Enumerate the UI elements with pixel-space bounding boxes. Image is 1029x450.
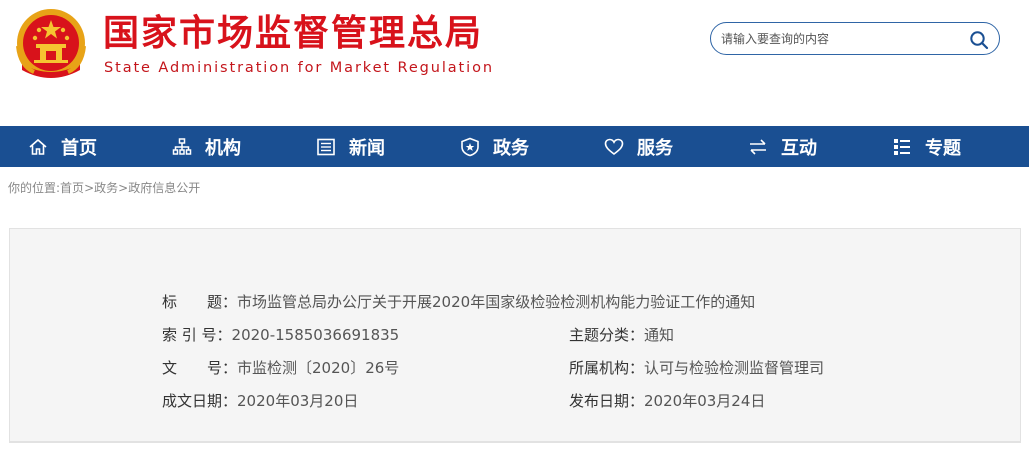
nav-label: 服务 — [637, 137, 673, 159]
info-doc-value: 市监检测〔2020〕26号 — [237, 359, 400, 377]
info-doc-row: 文 号：市监检测〔2020〕26号 — [162, 358, 399, 378]
site-title-en: State Administration for Market Regulati… — [104, 60, 494, 76]
home-icon — [29, 138, 47, 155]
nav-label: 互动 — [781, 137, 817, 159]
info-index-row: 索 引 号：2020-1585036691835 — [162, 325, 399, 345]
info-published-label: 发布日期： — [569, 392, 645, 410]
info-doc-label: 文 号： — [162, 359, 238, 377]
breadcrumb-separator: > — [118, 181, 129, 195]
info-org-row: 所属机构：认可与检验检测监督管理司 — [569, 358, 824, 378]
breadcrumb-public-info[interactable]: 政府信息公开 — [128, 181, 200, 195]
nav-item-organization[interactable]: 机构 — [172, 126, 241, 167]
info-org-label: 所属机构： — [569, 359, 645, 377]
site-header: 国家市场监督管理总局 State Administration for Mark… — [0, 0, 1029, 126]
info-published-value: 2020年03月24日 — [644, 392, 766, 410]
nav-label: 专题 — [925, 137, 961, 159]
info-title-value: 市场监管总局办公厅关于开展2020年国家级检验检测机构能力验证工作的通知 — [237, 293, 756, 311]
info-title-row: 标 题：市场监管总局办公厅关于开展2020年国家级检验检测机构能力验证工作的通知 — [162, 292, 755, 312]
info-created-value: 2020年03月20日 — [237, 392, 359, 410]
breadcrumb-separator: > — [84, 181, 95, 195]
breadcrumb: 你的位置:首页>政务>政府信息公开 — [8, 179, 200, 196]
info-org-value: 认可与检验检测监督管理司 — [644, 359, 825, 377]
nav-item-government[interactable]: 政务 — [460, 126, 529, 167]
nav-label: 首页 — [61, 137, 97, 159]
info-title-label: 标 题： — [162, 293, 238, 311]
main-nav: 首页 机构 新闻 政务 服务 互动 专题 — [0, 126, 1029, 167]
nav-item-service[interactable]: 服务 — [604, 126, 673, 167]
heart-icon — [604, 138, 624, 155]
document-info-panel: 标 题：市场监管总局办公厅关于开展2020年国家级检验检测机构能力验证工作的通知… — [9, 228, 1021, 442]
info-created-row: 成文日期：2020年03月20日 — [162, 391, 358, 411]
national-emblem-icon — [16, 9, 86, 78]
info-index-value: 2020-1585036691835 — [231, 326, 400, 344]
exchange-icon — [750, 138, 766, 155]
organization-icon — [172, 137, 192, 155]
search-box — [710, 22, 1000, 55]
government-icon — [461, 137, 479, 156]
breadcrumb-home[interactable]: 首页 — [60, 181, 84, 195]
breadcrumb-prefix: 你的位置: — [8, 181, 61, 195]
info-created-label: 成文日期： — [162, 392, 238, 410]
nav-label: 新闻 — [349, 137, 385, 159]
info-category-row: 主题分类：通知 — [569, 325, 674, 345]
nav-label: 政务 — [493, 137, 529, 159]
info-published-row: 发布日期：2020年03月24日 — [569, 391, 765, 411]
nav-item-topic[interactable]: 专题 — [892, 126, 961, 167]
breadcrumb-government[interactable]: 政务 — [94, 181, 118, 195]
news-icon — [317, 138, 335, 155]
nav-item-news[interactable]: 新闻 — [316, 126, 385, 167]
info-category-label: 主题分类： — [569, 326, 645, 344]
nav-item-home[interactable]: 首页 — [28, 126, 97, 167]
divider — [9, 442, 1021, 443]
info-category-value: 通知 — [644, 326, 675, 344]
nav-item-interaction[interactable]: 互动 — [748, 126, 817, 167]
info-index-label: 索 引 号： — [162, 326, 232, 344]
topic-icon — [894, 138, 910, 155]
search-input[interactable] — [721, 28, 961, 50]
site-title-cn[interactable]: 国家市场监督管理总局 — [103, 12, 483, 56]
search-icon[interactable] — [969, 30, 989, 50]
nav-label: 机构 — [205, 137, 241, 159]
